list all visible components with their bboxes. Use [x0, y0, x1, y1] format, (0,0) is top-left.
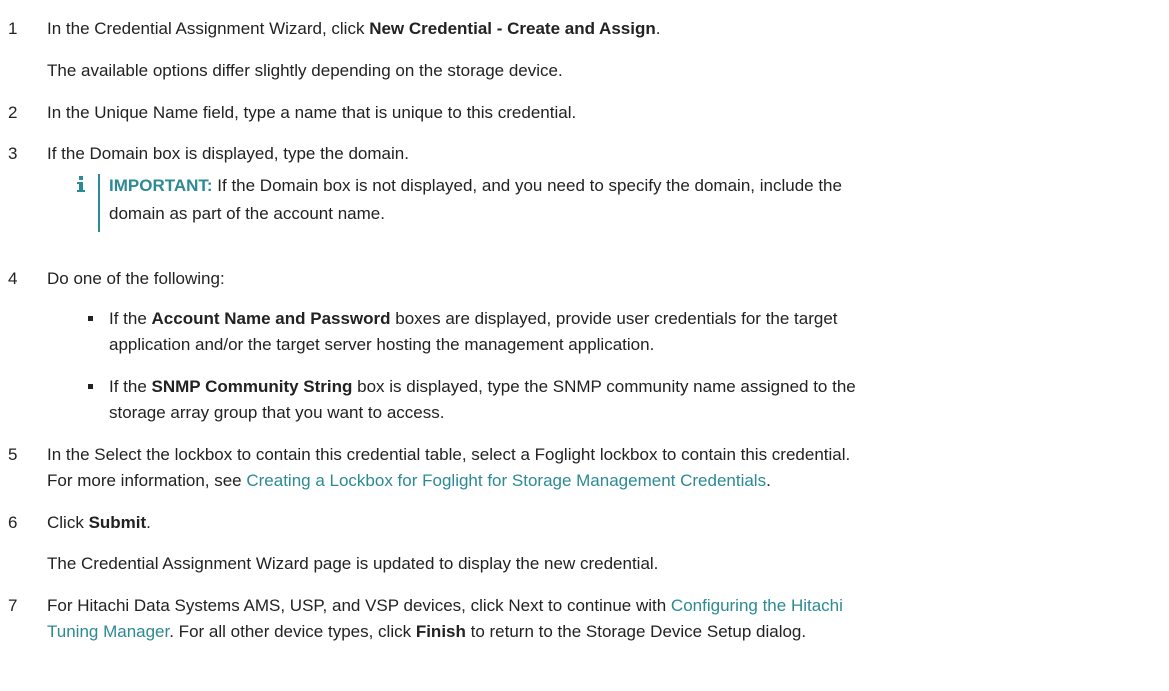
bullet-1-line1: If the Account Name and Password boxes a… — [109, 308, 838, 330]
important-text-1: If the Domain box is not displayed, and … — [212, 176, 842, 195]
important-note-line2: domain as part of the account name. — [109, 204, 385, 223]
step-5-post: . — [766, 471, 771, 490]
important-label: IMPORTANT: — [109, 176, 213, 195]
hitachi-link-part1[interactable]: Configuring the Hitachi — [671, 596, 843, 615]
step-1-post: . — [655, 19, 661, 38]
step-4-text: Do one of the following: — [47, 269, 225, 288]
step-7-line2: Tuning Manager. For all other device typ… — [47, 621, 806, 643]
bullet-1-line2: application and/or the target server hos… — [109, 335, 655, 354]
hitachi-link-part2[interactable]: Tuning Manager — [47, 622, 169, 641]
bullet-2-line2: storage array group that you want to acc… — [109, 403, 445, 422]
bullet-2-bold: SNMP Community String — [151, 377, 353, 396]
step-number: 2 — [8, 103, 18, 122]
bullet-marker — [88, 384, 93, 389]
step-number: 6 — [8, 513, 18, 532]
note-bar — [98, 174, 100, 232]
step-number: 3 — [8, 144, 18, 163]
bullet-1-bold: Account Name and Password — [151, 309, 391, 328]
bullet-2-line1: If the SNMP Community String box is disp… — [109, 376, 856, 398]
info-icon — [77, 176, 85, 192]
step-7-post: to return to the Storage Device Setup di… — [465, 622, 807, 641]
bullet-2-post: box is displayed, type the SNMP communit… — [352, 377, 856, 396]
step-6-bold: Submit — [88, 513, 147, 532]
bullet-2-pre: If the — [109, 377, 152, 396]
step-1-subtext: The available options differ slightly de… — [47, 61, 563, 80]
step-number: 4 — [8, 269, 18, 288]
step-1-pre: In the Credential Assignment Wizard, cli… — [47, 19, 370, 38]
step-3-text: If the Domain box is displayed, type the… — [47, 144, 409, 163]
step-1-bold: New Credential - Create and Assign — [369, 19, 656, 38]
step-7-pre: For Hitachi Data Systems AMS, USP, and V… — [47, 596, 671, 615]
step-5-pre: For more information, see — [47, 471, 247, 490]
step-number: 1 — [8, 19, 18, 38]
bullet-marker — [88, 316, 93, 321]
step-number: 5 — [8, 445, 18, 464]
step-6-post: . — [146, 513, 151, 532]
step-7-line1: For Hitachi Data Systems AMS, USP, and V… — [47, 595, 843, 617]
step-2-text: In the Unique Name field, type a name th… — [47, 103, 577, 122]
step-6-pre: Click — [47, 513, 89, 532]
step-1-text: In the Credential Assignment Wizard, cli… — [47, 18, 660, 40]
important-note-line1: IMPORTANT: If the Domain box is not disp… — [109, 175, 842, 197]
step-6-subtext: The Credential Assignment Wizard page is… — [47, 554, 659, 573]
step-6-text: Click Submit. — [47, 512, 151, 534]
lockbox-link[interactable]: Creating a Lockbox for Foglight for Stor… — [246, 471, 766, 490]
bullet-1-post: boxes are displayed, provide user creden… — [390, 309, 838, 328]
step-7-mid: . For all other device types, click — [169, 622, 416, 641]
step-5-line2: For more information, see Creating a Loc… — [47, 470, 771, 492]
step-number: 7 — [8, 596, 18, 615]
step-7-bold: Finish — [415, 622, 466, 641]
step-5-line1: In the Select the lockbox to contain thi… — [47, 445, 851, 464]
bullet-1-pre: If the — [109, 309, 152, 328]
